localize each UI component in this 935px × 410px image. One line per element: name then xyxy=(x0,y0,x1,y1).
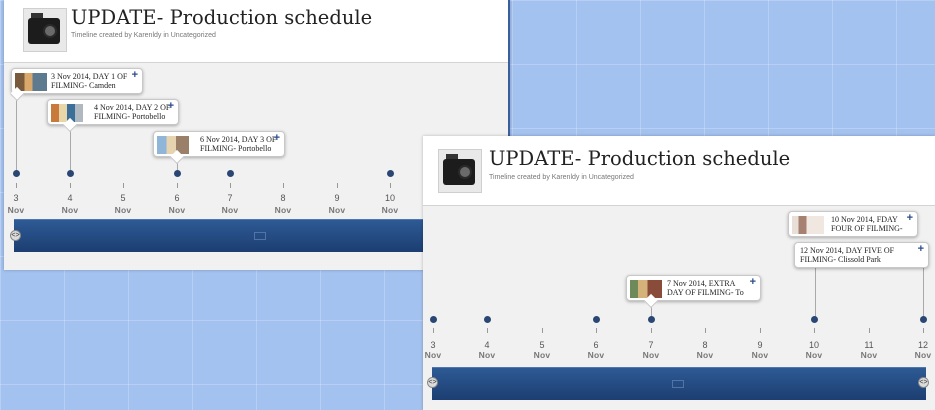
event-thumbnail xyxy=(15,73,47,91)
tick-month: Nov xyxy=(751,350,769,360)
event-date-title: 3 Nov 2014, DAY 1 OF xyxy=(51,72,128,81)
tick-month: Nov xyxy=(61,205,79,215)
tick-month: Nov xyxy=(381,205,399,215)
scroll-handle-left-icon[interactable]: <> xyxy=(10,230,21,241)
expand-plus-icon[interactable]: + xyxy=(918,244,924,255)
tick-month: Nov xyxy=(424,350,442,360)
tick-month: Nov xyxy=(168,205,186,215)
event-subtitle: FILMING- Camden xyxy=(51,81,116,90)
scroll-handle-right-icon[interactable]: <> xyxy=(918,377,929,388)
tick-month: Nov xyxy=(587,350,605,360)
timeline-navigation-bar[interactable] xyxy=(432,367,926,400)
timeline-screenshot-right: UPDATE- Production schedule Timeline cre… xyxy=(423,136,935,410)
event-thumbnail xyxy=(157,136,189,154)
event-date-title: 12 Nov 2014, DAY FIVE OF xyxy=(800,246,895,255)
event-marker[interactable] xyxy=(227,170,234,177)
event-marker[interactable] xyxy=(387,170,394,177)
event-marker[interactable] xyxy=(593,316,600,323)
tick-month: Nov xyxy=(860,350,878,360)
tick-day: 8 xyxy=(280,193,286,203)
tick-month: Nov xyxy=(7,205,25,215)
tick-day: 4 xyxy=(484,340,490,350)
expand-plus-icon[interactable]: + xyxy=(132,70,138,81)
timeline-byline: Timeline created by Karenldy in Uncatego… xyxy=(489,174,634,181)
event-marker[interactable] xyxy=(484,316,491,323)
tick-month: Nov xyxy=(114,205,132,215)
tick-day: 9 xyxy=(757,340,763,350)
event-subtitle: FILMING- Clissold Park xyxy=(800,255,881,264)
tick-day: 11 xyxy=(864,340,874,350)
event-marker[interactable] xyxy=(13,170,20,177)
event-card-day5[interactable]: 12 Nov 2014, DAY FIVE OF FILMING- Clisso… xyxy=(794,242,929,268)
tick-month: Nov xyxy=(478,350,496,360)
event-date-title: 7 Nov 2014, EXTRA xyxy=(667,279,736,288)
tick-month: Nov xyxy=(328,205,346,215)
tick-day: 5 xyxy=(539,340,545,350)
event-thumbnail xyxy=(792,216,824,234)
camera-thumbnail xyxy=(438,149,482,193)
event-marker[interactable] xyxy=(67,170,74,177)
event-date-title: 6 Nov 2014, DAY 3 OF xyxy=(200,135,277,144)
camera-thumbnail xyxy=(23,8,67,52)
timeline-header: UPDATE- Production schedule Timeline cre… xyxy=(423,136,935,206)
event-card-day4[interactable]: 10 Nov 2014, FDAY FOUR OF FILMING- + xyxy=(788,211,918,237)
tick-day: 10 xyxy=(808,340,819,350)
event-subtitle: FILMING- Portobello xyxy=(200,144,272,153)
event-date-title: 4 Nov 2014, DAY 2 OF xyxy=(94,103,171,112)
expand-plus-icon[interactable]: + xyxy=(274,133,280,144)
event-card-day1[interactable]: 3 Nov 2014, DAY 1 OF FILMING- Camden + xyxy=(11,68,143,94)
tick-day: 6 xyxy=(593,340,599,350)
tick-day: 10 xyxy=(384,193,395,203)
expand-plus-icon[interactable]: + xyxy=(750,277,756,288)
expand-plus-icon[interactable]: + xyxy=(907,213,913,224)
page-title: UPDATE- Production schedule xyxy=(489,147,791,170)
tick-month: Nov xyxy=(914,350,932,360)
tick-day: 6 xyxy=(174,193,180,203)
tick-day: 4 xyxy=(67,193,73,203)
tick-day: 9 xyxy=(334,193,340,203)
event-marker[interactable] xyxy=(648,316,655,323)
tick-day: 7 xyxy=(227,193,233,203)
tick-month: Nov xyxy=(642,350,660,360)
event-marker[interactable] xyxy=(920,316,927,323)
event-subtitle: FOUR OF FILMING- xyxy=(831,224,903,233)
tick-month: Nov xyxy=(696,350,714,360)
timeline-byline: Timeline created by Karenldy in Uncatego… xyxy=(71,32,216,39)
event-date-title: 10 Nov 2014, FDAY xyxy=(831,215,898,224)
tick-month: Nov xyxy=(274,205,292,215)
tick-day: 3 xyxy=(13,193,19,203)
tick-day: 3 xyxy=(430,340,436,350)
timeline-header: UPDATE- Production schedule Timeline cre… xyxy=(4,0,508,63)
tick-month: Nov xyxy=(805,350,823,360)
tick-day: 8 xyxy=(702,340,708,350)
event-marker[interactable] xyxy=(430,316,437,323)
tick-month: Nov xyxy=(533,350,551,360)
event-subtitle: FILMING- Portobello xyxy=(94,112,166,121)
expand-plus-icon[interactable]: + xyxy=(168,101,174,112)
event-thumbnail xyxy=(630,280,662,298)
tick-day: 7 xyxy=(648,340,654,350)
scroll-handle-left-icon[interactable]: <> xyxy=(427,377,438,388)
event-marker[interactable] xyxy=(174,170,181,177)
event-marker[interactable] xyxy=(811,316,818,323)
tick-day: 5 xyxy=(120,193,126,203)
page-title: UPDATE- Production schedule xyxy=(71,6,373,29)
event-subtitle: DAY OF FILMING- To xyxy=(667,288,744,297)
tick-month: Nov xyxy=(221,205,239,215)
tick-day: 12 xyxy=(917,340,928,350)
